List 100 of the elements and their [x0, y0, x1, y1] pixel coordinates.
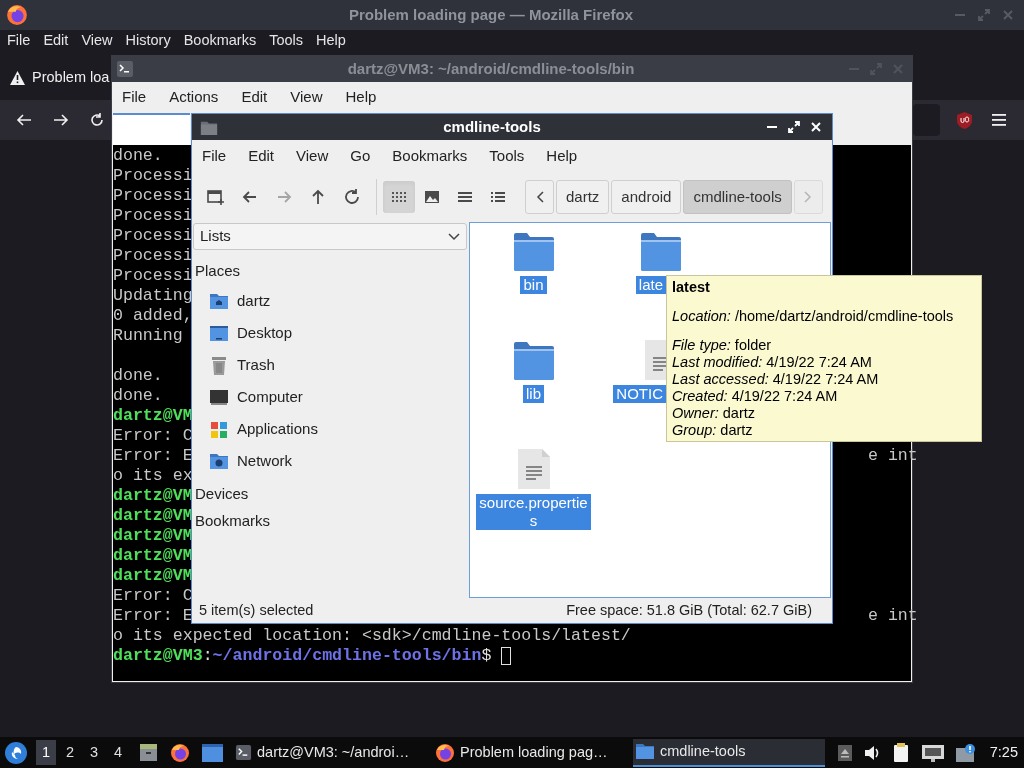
menu-item[interactable]: Edit: [43, 30, 69, 52]
menu-item[interactable]: Go: [350, 144, 371, 168]
document-icon: [517, 449, 550, 489]
menu-item[interactable]: Edit: [241, 85, 268, 109]
new-tab-icon: [207, 188, 225, 206]
file-name[interactable]: NOTIC: [613, 385, 666, 403]
monitor-icon: [209, 387, 229, 408]
file-name[interactable]: bin: [520, 276, 547, 294]
forward-icon: [53, 113, 69, 127]
workspace-button[interactable]: 1: [36, 740, 56, 765]
sidebar-item[interactable]: Trash: [192, 349, 467, 382]
maximize-icon: [978, 9, 990, 21]
notification-icon: [955, 743, 976, 762]
swirl-icon: [9, 745, 23, 760]
menu-item[interactable]: Tools: [489, 144, 525, 168]
menu-item[interactable]: Actions: [169, 85, 219, 109]
network-folder-icon: [209, 451, 229, 472]
menu-item[interactable]: Edit: [248, 144, 275, 168]
chevron-left-icon: [535, 191, 544, 203]
reload-icon: [89, 112, 105, 128]
path-crumb[interactable]: dartz: [556, 180, 610, 214]
workspace-button[interactable]: 2: [60, 740, 80, 765]
clock[interactable]: 7:25: [989, 741, 1018, 764]
close-icon: [810, 121, 822, 133]
workspace-button[interactable]: 4: [108, 740, 128, 765]
tooltip-row-text: Group: dartz: [672, 422, 754, 439]
menu-item[interactable]: View: [81, 30, 113, 52]
menu-item[interactable]: Tools: [269, 30, 304, 52]
folder-icon: [640, 233, 681, 271]
tooltip-row-text: File type: folder: [672, 337, 773, 354]
terminal-line: 0 added,: [113, 306, 193, 326]
menu-item[interactable]: History: [125, 30, 171, 52]
path-back-button[interactable]: [525, 180, 554, 214]
prompt-user: dartz@VM3: [113, 646, 203, 666]
menu-item[interactable]: File: [122, 85, 147, 109]
browser-icon: [170, 742, 190, 763]
terminal-line: Running: [113, 326, 183, 346]
section-heading: Devices: [194, 483, 250, 504]
network-icon: [921, 743, 944, 762]
prompt-user: dartz@VM: [113, 566, 193, 586]
terminal-line: Error: C: [113, 586, 193, 606]
prompt-path: ~/android/cmdline-tools/bin: [212, 646, 482, 666]
back-icon: [16, 113, 32, 127]
free-space-text: Free space: 51.8 GiB (Total: 62.7 GiB): [566, 600, 812, 620]
tooltip-title: latest: [672, 279, 711, 296]
menu-item[interactable]: File: [7, 30, 31, 52]
terminal-line: Processi: [113, 206, 193, 226]
trash-icon: [209, 355, 229, 376]
terminal-icon: [235, 744, 252, 761]
window-title: dartz@VM3: ~/android/cmdline-tools/bin: [346, 58, 636, 79]
sidebar-item[interactable]: Applications: [192, 413, 467, 446]
menu-item[interactable]: View: [296, 144, 329, 168]
start-button[interactable]: [5, 741, 27, 764]
speaker-icon: [863, 743, 880, 762]
path-crumb[interactable]: android: [611, 180, 682, 214]
terminal-icon: [116, 60, 134, 78]
sidebar-item[interactable]: Desktop: [192, 317, 467, 350]
sidebar-item[interactable]: Computer: [192, 381, 467, 414]
workspace-button[interactable]: 3: [84, 740, 104, 765]
folder-icon: [513, 342, 554, 380]
file-name[interactable]: late: [635, 276, 666, 294]
section-heading: Places: [194, 261, 242, 281]
window-title: cmdline-tools: [442, 116, 542, 137]
terminal-line: Processi: [113, 226, 193, 246]
menu-item[interactable]: Bookmarks: [392, 144, 468, 168]
file-name[interactable]: lib: [523, 385, 544, 403]
menu-item[interactable]: Help: [546, 144, 578, 168]
icon-view-button[interactable]: [383, 181, 415, 213]
prompt-user: dartz@VM: [113, 486, 193, 506]
terminal-tab[interactable]: [113, 113, 190, 145]
path-crumb[interactable]: cmdline-tools: [683, 180, 792, 214]
sidebar-item[interactable]: dartz: [192, 285, 467, 318]
task-button[interactable]: Problem loading pag…: [433, 738, 625, 767]
menu-item[interactable]: View: [290, 85, 323, 109]
prompt-symbol: $: [481, 646, 492, 666]
thumbnail-icon: [423, 188, 441, 206]
menu-item[interactable]: Help: [316, 30, 346, 52]
terminal-line: done.: [113, 366, 163, 386]
desktop-icon: [209, 323, 229, 344]
folder-icon: [513, 233, 554, 271]
address-field[interactable]: [913, 104, 940, 136]
task-button[interactable]: cmdline-tools: [633, 738, 825, 767]
chevron-right-icon: [804, 191, 813, 203]
menu-item[interactable]: Bookmarks: [183, 30, 257, 52]
sidebar-item[interactable]: Network: [192, 445, 467, 478]
menu-item[interactable]: File: [202, 144, 227, 168]
menu-item[interactable]: Help: [345, 85, 377, 109]
tooltip-row-text: Created: 4/19/22 7:24 AM: [672, 388, 839, 405]
task-button[interactable]: dartz@VM3: ~/androi…: [233, 738, 425, 767]
prompt-user: dartz@VM: [113, 526, 193, 546]
tooltip-row-text: Last modified: 4/19/22 7:24 AM: [672, 354, 873, 371]
tooltip-row-text: Owner: dartz: [672, 405, 756, 422]
drawer-icon: [139, 743, 158, 762]
reload-icon: [343, 188, 361, 206]
lists-dropdown[interactable]: Lists: [193, 223, 467, 250]
extension-button[interactable]: [955, 110, 973, 130]
window-title: Problem loading page — Mozilla Firefox: [347, 4, 635, 25]
terminal-line: Processi: [113, 166, 193, 186]
menu-icon: [992, 114, 1006, 126]
file-name[interactable]: source.propertie s: [476, 494, 591, 530]
